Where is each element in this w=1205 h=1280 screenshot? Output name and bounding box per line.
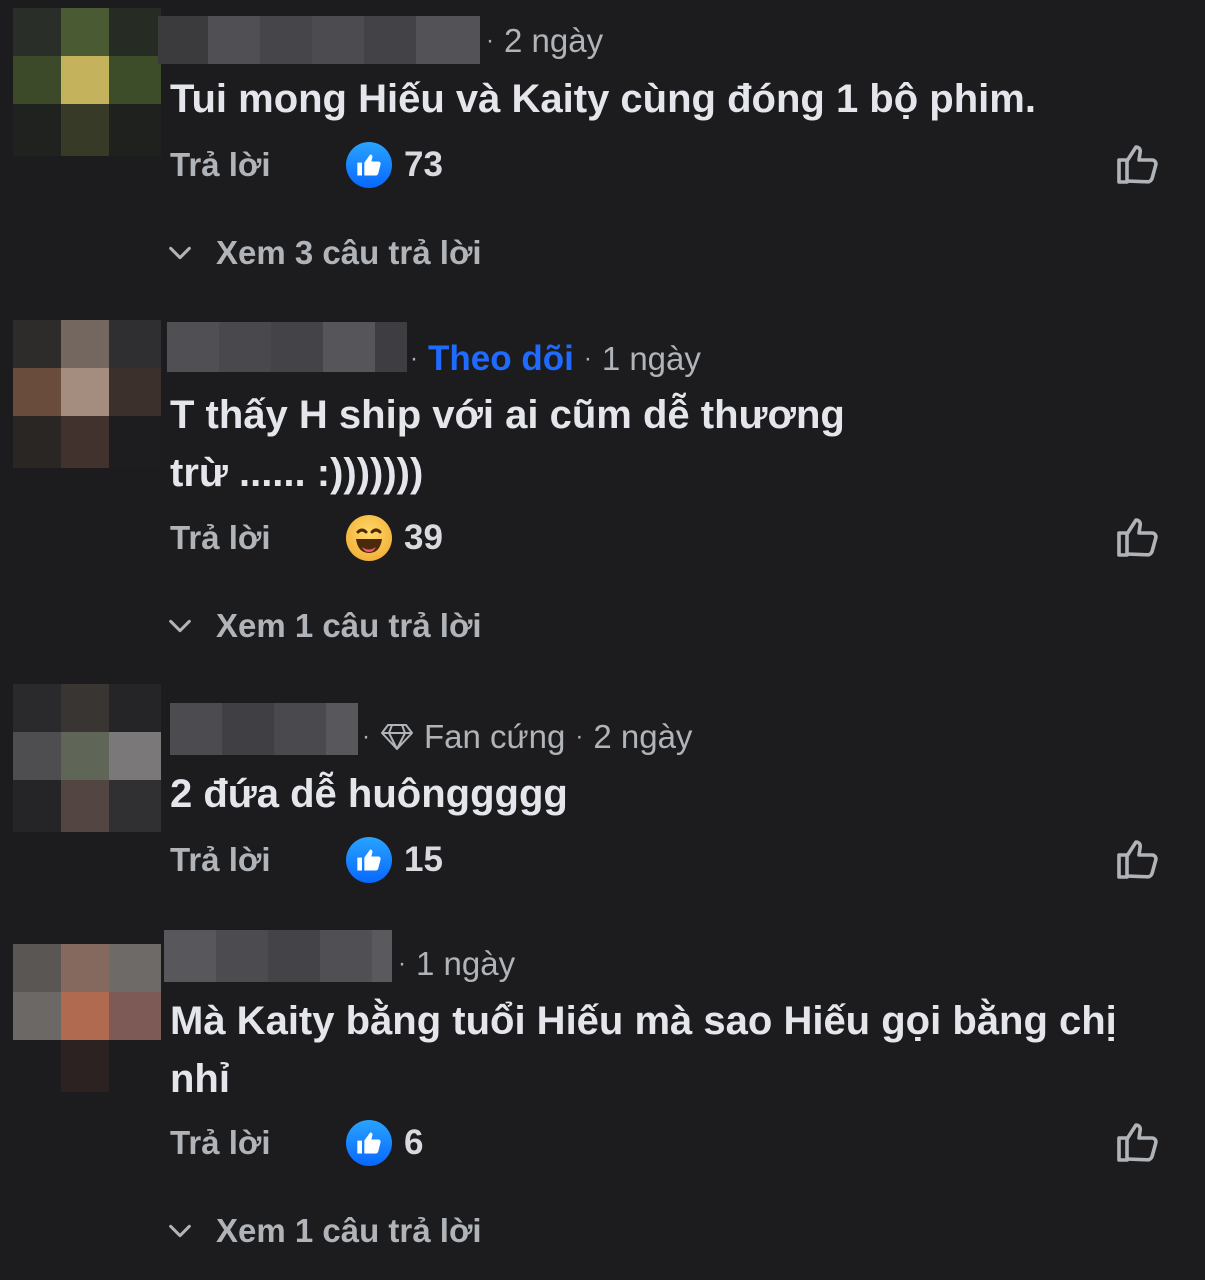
comment-actions: Trả lời 15 [170, 836, 443, 884]
follow-button[interactable]: Theo dõi [428, 339, 574, 379]
avatar[interactable] [13, 8, 161, 156]
comment-text: 2 đứa dễ huônggggg [170, 772, 568, 816]
chevron-down-icon [169, 619, 191, 633]
reaction-count[interactable]: 15 [404, 840, 443, 880]
comment-meta: · Fan cứng · 2 ngày [362, 718, 693, 755]
reply-button[interactable]: Trả lời [170, 146, 346, 184]
author-name-blurred[interactable] [170, 703, 358, 755]
chevron-down-icon [169, 246, 191, 260]
comment-text-line: nhỉ [170, 1057, 230, 1101]
timestamp: 2 ngày [504, 22, 604, 59]
reply-button[interactable]: Trả lời [170, 1124, 346, 1162]
comment-meta: · 2 ngày [486, 22, 604, 59]
reply-button[interactable]: Trả lời [170, 841, 346, 879]
comment-text-line: T thấy H ship với ai cũm dễ thương [170, 393, 845, 437]
reply-button[interactable]: Trả lời [170, 519, 346, 557]
avatar[interactable] [13, 944, 161, 1092]
chevron-down-icon [169, 1224, 191, 1238]
thumbs-up-icon[interactable] [346, 837, 392, 883]
author-name-blurred[interactable] [167, 322, 407, 372]
thumbs-up-outline-icon[interactable] [1113, 140, 1161, 188]
timestamp: 2 ngày [593, 718, 693, 755]
comment-actions: Trả lời 73 [170, 141, 443, 189]
reaction-count[interactable]: 39 [404, 518, 443, 558]
comment-text: Mà Kaity bằng tuổi Hiếu mà sao Hiếu gọi … [170, 992, 1200, 1108]
view-replies-label: Xem 1 câu trả lời [216, 1212, 482, 1249]
thumbs-up-outline-icon[interactable] [1113, 1118, 1161, 1166]
avatar[interactable] [13, 320, 161, 468]
reaction-count[interactable]: 73 [404, 145, 443, 185]
comment-text-line: trừ ...... :))))))) [170, 451, 424, 495]
fan-badge-label: Fan cứng [424, 718, 566, 755]
diamond-icon [381, 724, 413, 750]
view-replies-button[interactable]: Xem 3 câu trả lời [166, 234, 482, 272]
comment-actions: Trả lời 39 [170, 514, 443, 562]
view-replies-label: Xem 3 câu trả lời [216, 234, 482, 271]
comment-text-line: Mà Kaity bằng tuổi Hiếu mà sao Hiếu gọi … [170, 999, 1117, 1043]
thumbs-up-outline-icon[interactable] [1113, 513, 1161, 561]
comment-actions: Trả lời 6 [170, 1119, 423, 1167]
timestamp: 1 ngày [416, 945, 516, 982]
comment-text: T thấy H ship với ai cũm dễ thương trừ .… [170, 386, 1180, 502]
timestamp: 1 ngày [601, 340, 701, 377]
comment-meta: · 1 ngày [398, 945, 516, 982]
avatar[interactable] [13, 684, 161, 832]
thumbs-up-icon[interactable] [346, 1120, 392, 1166]
comment-meta: · Theo dõi · 1 ngày [410, 339, 701, 379]
author-name-blurred[interactable] [158, 16, 480, 64]
view-replies-label: Xem 1 câu trả lời [216, 607, 482, 644]
thumbs-up-icon[interactable] [346, 142, 392, 188]
comment-text: Tui mong Hiếu và Kaity cùng đóng 1 bộ ph… [170, 77, 1036, 121]
reaction-count[interactable]: 6 [404, 1123, 423, 1163]
view-replies-button[interactable]: Xem 1 câu trả lời [166, 1212, 482, 1250]
view-replies-button[interactable]: Xem 1 câu trả lời [166, 607, 482, 645]
author-name-blurred[interactable] [164, 930, 392, 982]
laughing-face-icon[interactable] [346, 515, 392, 561]
thumbs-up-outline-icon[interactable] [1113, 835, 1161, 883]
